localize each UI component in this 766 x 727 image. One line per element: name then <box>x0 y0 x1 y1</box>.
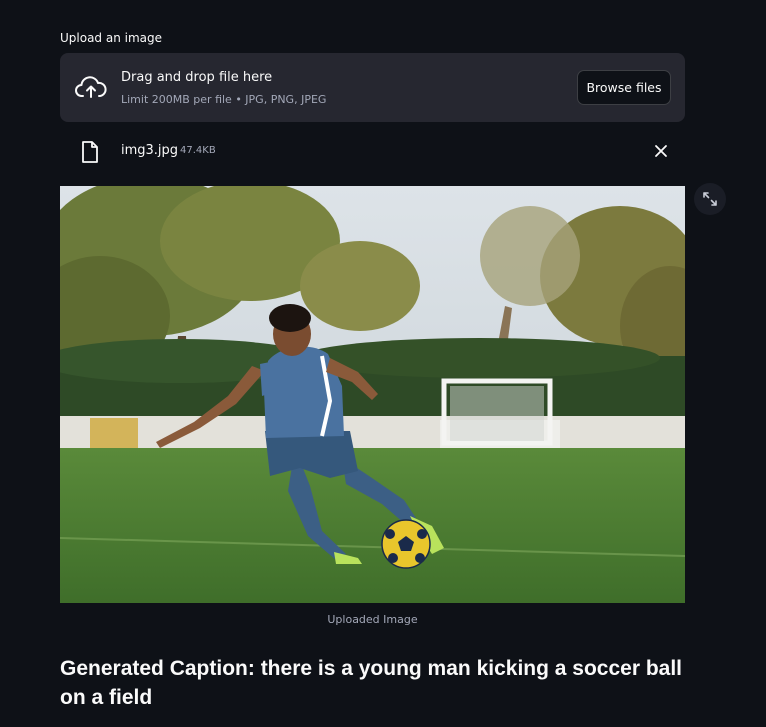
close-icon[interactable] <box>653 143 669 159</box>
upload-label: Upload an image <box>60 31 163 45</box>
fullscreen-icon <box>703 192 717 206</box>
generated-caption: Generated Caption: there is a young man … <box>60 657 683 709</box>
cloud-upload-icon <box>75 76 107 98</box>
file-dropzone[interactable]: Drag and drop file here Limit 200MB per … <box>60 53 685 122</box>
fullscreen-button[interactable] <box>694 183 726 215</box>
dropzone-limit-text: Limit 200MB per file • JPG, PNG, JPEG <box>121 93 327 106</box>
streamlit-app: Upload an image Drag and drop file here … <box>0 0 766 727</box>
browse-files-button[interactable]: Browse files <box>577 70 671 105</box>
file-size: 47.4KB <box>180 145 216 156</box>
uploaded-file-row: img3.jpg 47.4KB <box>60 137 685 165</box>
file-icon <box>82 141 98 163</box>
image-caption: Uploaded Image <box>327 613 418 626</box>
dropzone-title: Drag and drop file here <box>121 70 273 85</box>
soccer-photo <box>60 186 685 603</box>
uploaded-image <box>60 186 685 603</box>
file-name: img3.jpg <box>121 143 179 158</box>
